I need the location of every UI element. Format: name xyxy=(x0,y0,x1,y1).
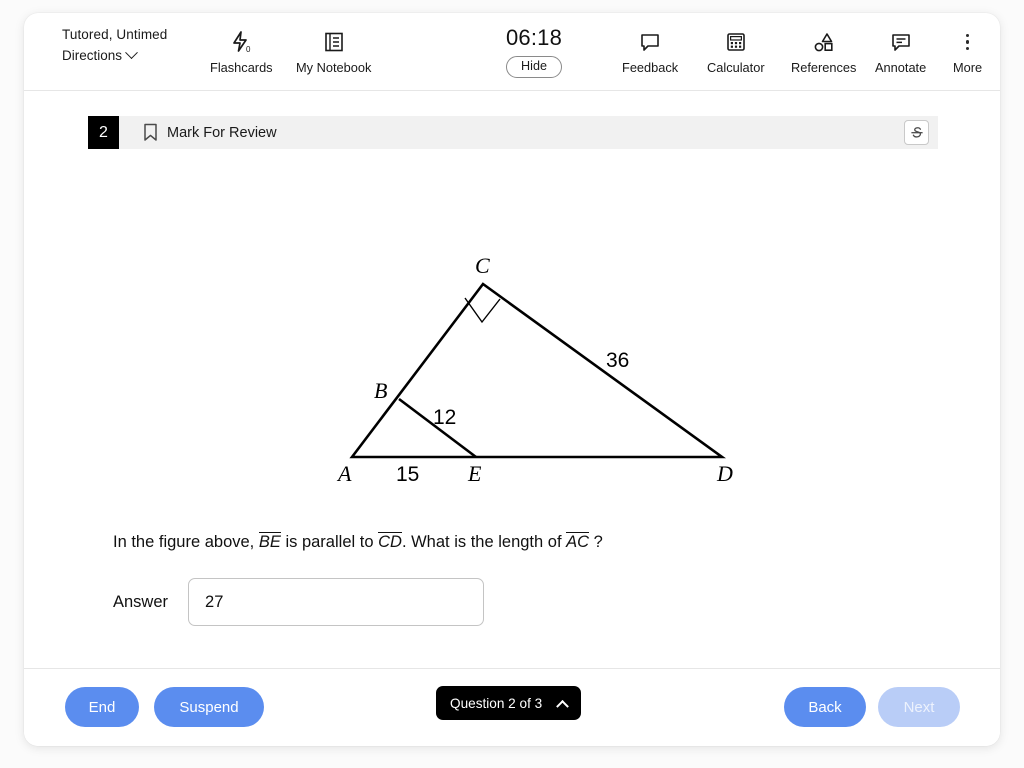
directions-label: Directions xyxy=(62,48,123,63)
question-text-mid2: . What is the length of xyxy=(401,533,567,551)
question-number-badge: 2 xyxy=(88,116,119,149)
annotate-label: Annotate xyxy=(875,60,927,75)
mark-for-review-label: Mark For Review xyxy=(167,124,277,141)
notebook-icon xyxy=(322,29,346,55)
side-label-BE: 12 xyxy=(433,406,456,429)
vertex-label-D: D xyxy=(716,461,733,486)
segment-be: BE xyxy=(258,532,281,551)
end-button[interactable]: End xyxy=(65,687,139,727)
my-notebook-button[interactable]: My Notebook xyxy=(296,29,371,75)
flashcards-icon: 0 xyxy=(228,29,254,55)
top-toolbar: Tutored, Untimed Directions 0 Flashcards xyxy=(24,13,1000,91)
segment-ac: AC xyxy=(566,532,590,551)
chevron-up-icon xyxy=(556,699,570,713)
strikethrough-button[interactable] xyxy=(904,120,929,145)
feedback-button[interactable]: Feedback xyxy=(622,29,678,75)
answer-input[interactable] xyxy=(188,578,485,626)
more-label: More xyxy=(953,60,983,75)
hide-timer-button[interactable]: Hide xyxy=(506,56,562,79)
side-label-CD: 36 xyxy=(606,349,629,372)
vertex-label-C: C xyxy=(475,253,490,278)
more-button[interactable]: More xyxy=(953,29,982,75)
vertex-label-E: E xyxy=(467,461,482,486)
my-notebook-label: My Notebook xyxy=(296,60,372,75)
question-selector-label: Question 2 of 3 xyxy=(450,695,543,711)
references-button[interactable]: References xyxy=(791,29,856,75)
references-icon xyxy=(811,29,837,55)
vertex-label-B: B xyxy=(374,378,387,403)
strikethrough-icon xyxy=(908,124,926,142)
feedback-icon xyxy=(638,29,662,55)
segment-cd: CD xyxy=(378,532,402,551)
calculator-button[interactable]: Calculator xyxy=(707,29,765,75)
exam-mode-label: Tutored, Untimed xyxy=(62,27,168,42)
feedback-label: Feedback xyxy=(622,60,679,75)
question-selector[interactable]: Question 2 of 3 xyxy=(436,686,582,720)
question-text-pre: In the figure above, xyxy=(113,533,259,551)
suspend-button[interactable]: Suspend xyxy=(154,687,264,727)
question-header-bar: 2 Mark For Review xyxy=(88,116,938,149)
answer-label: Answer xyxy=(113,592,169,611)
question-text-mid: is parallel to xyxy=(280,533,379,551)
annotate-icon xyxy=(889,29,913,55)
back-button[interactable]: Back xyxy=(784,687,866,727)
exam-mode-group: Tutored, Untimed Directions xyxy=(62,27,167,63)
question-body: 2 Mark For Review C B A E D 15 12 36 In … xyxy=(24,91,1000,669)
flashcards-label: Flashcards xyxy=(210,60,273,75)
question-text: In the figure above, BE is parallel to C… xyxy=(113,531,940,555)
flashcards-button[interactable]: 0 Flashcards xyxy=(210,29,273,75)
side-label-AE: 15 xyxy=(396,463,419,486)
svg-text:0: 0 xyxy=(246,45,251,54)
vertex-label-A: A xyxy=(336,461,352,486)
chevron-down-icon xyxy=(125,46,138,60)
timer-value: 06:18 xyxy=(505,25,563,50)
geometry-figure: C B A E D 15 12 36 xyxy=(88,151,938,501)
calculator-icon xyxy=(724,29,748,55)
exam-card: Tutored, Untimed Directions 0 Flashcards xyxy=(24,13,1000,746)
annotate-button[interactable]: Annotate xyxy=(875,29,926,75)
calculator-label: Calculator xyxy=(707,60,765,75)
next-button[interactable]: Next xyxy=(878,687,960,727)
bookmark-icon xyxy=(143,123,158,142)
exam-app: Tutored, Untimed Directions 0 Flashcards xyxy=(0,0,1024,768)
more-icon xyxy=(965,29,970,55)
answer-row: Answer xyxy=(113,578,485,626)
mark-for-review-button[interactable]: Mark For Review xyxy=(143,123,277,142)
bottom-navigation: End Suspend Question 2 of 3 Back Next xyxy=(24,669,1000,746)
references-label: References xyxy=(791,60,857,75)
question-text-post: ? xyxy=(589,533,603,551)
timer-group: 06:18 Hide xyxy=(486,25,582,79)
directions-menu[interactable]: Directions xyxy=(62,46,167,63)
